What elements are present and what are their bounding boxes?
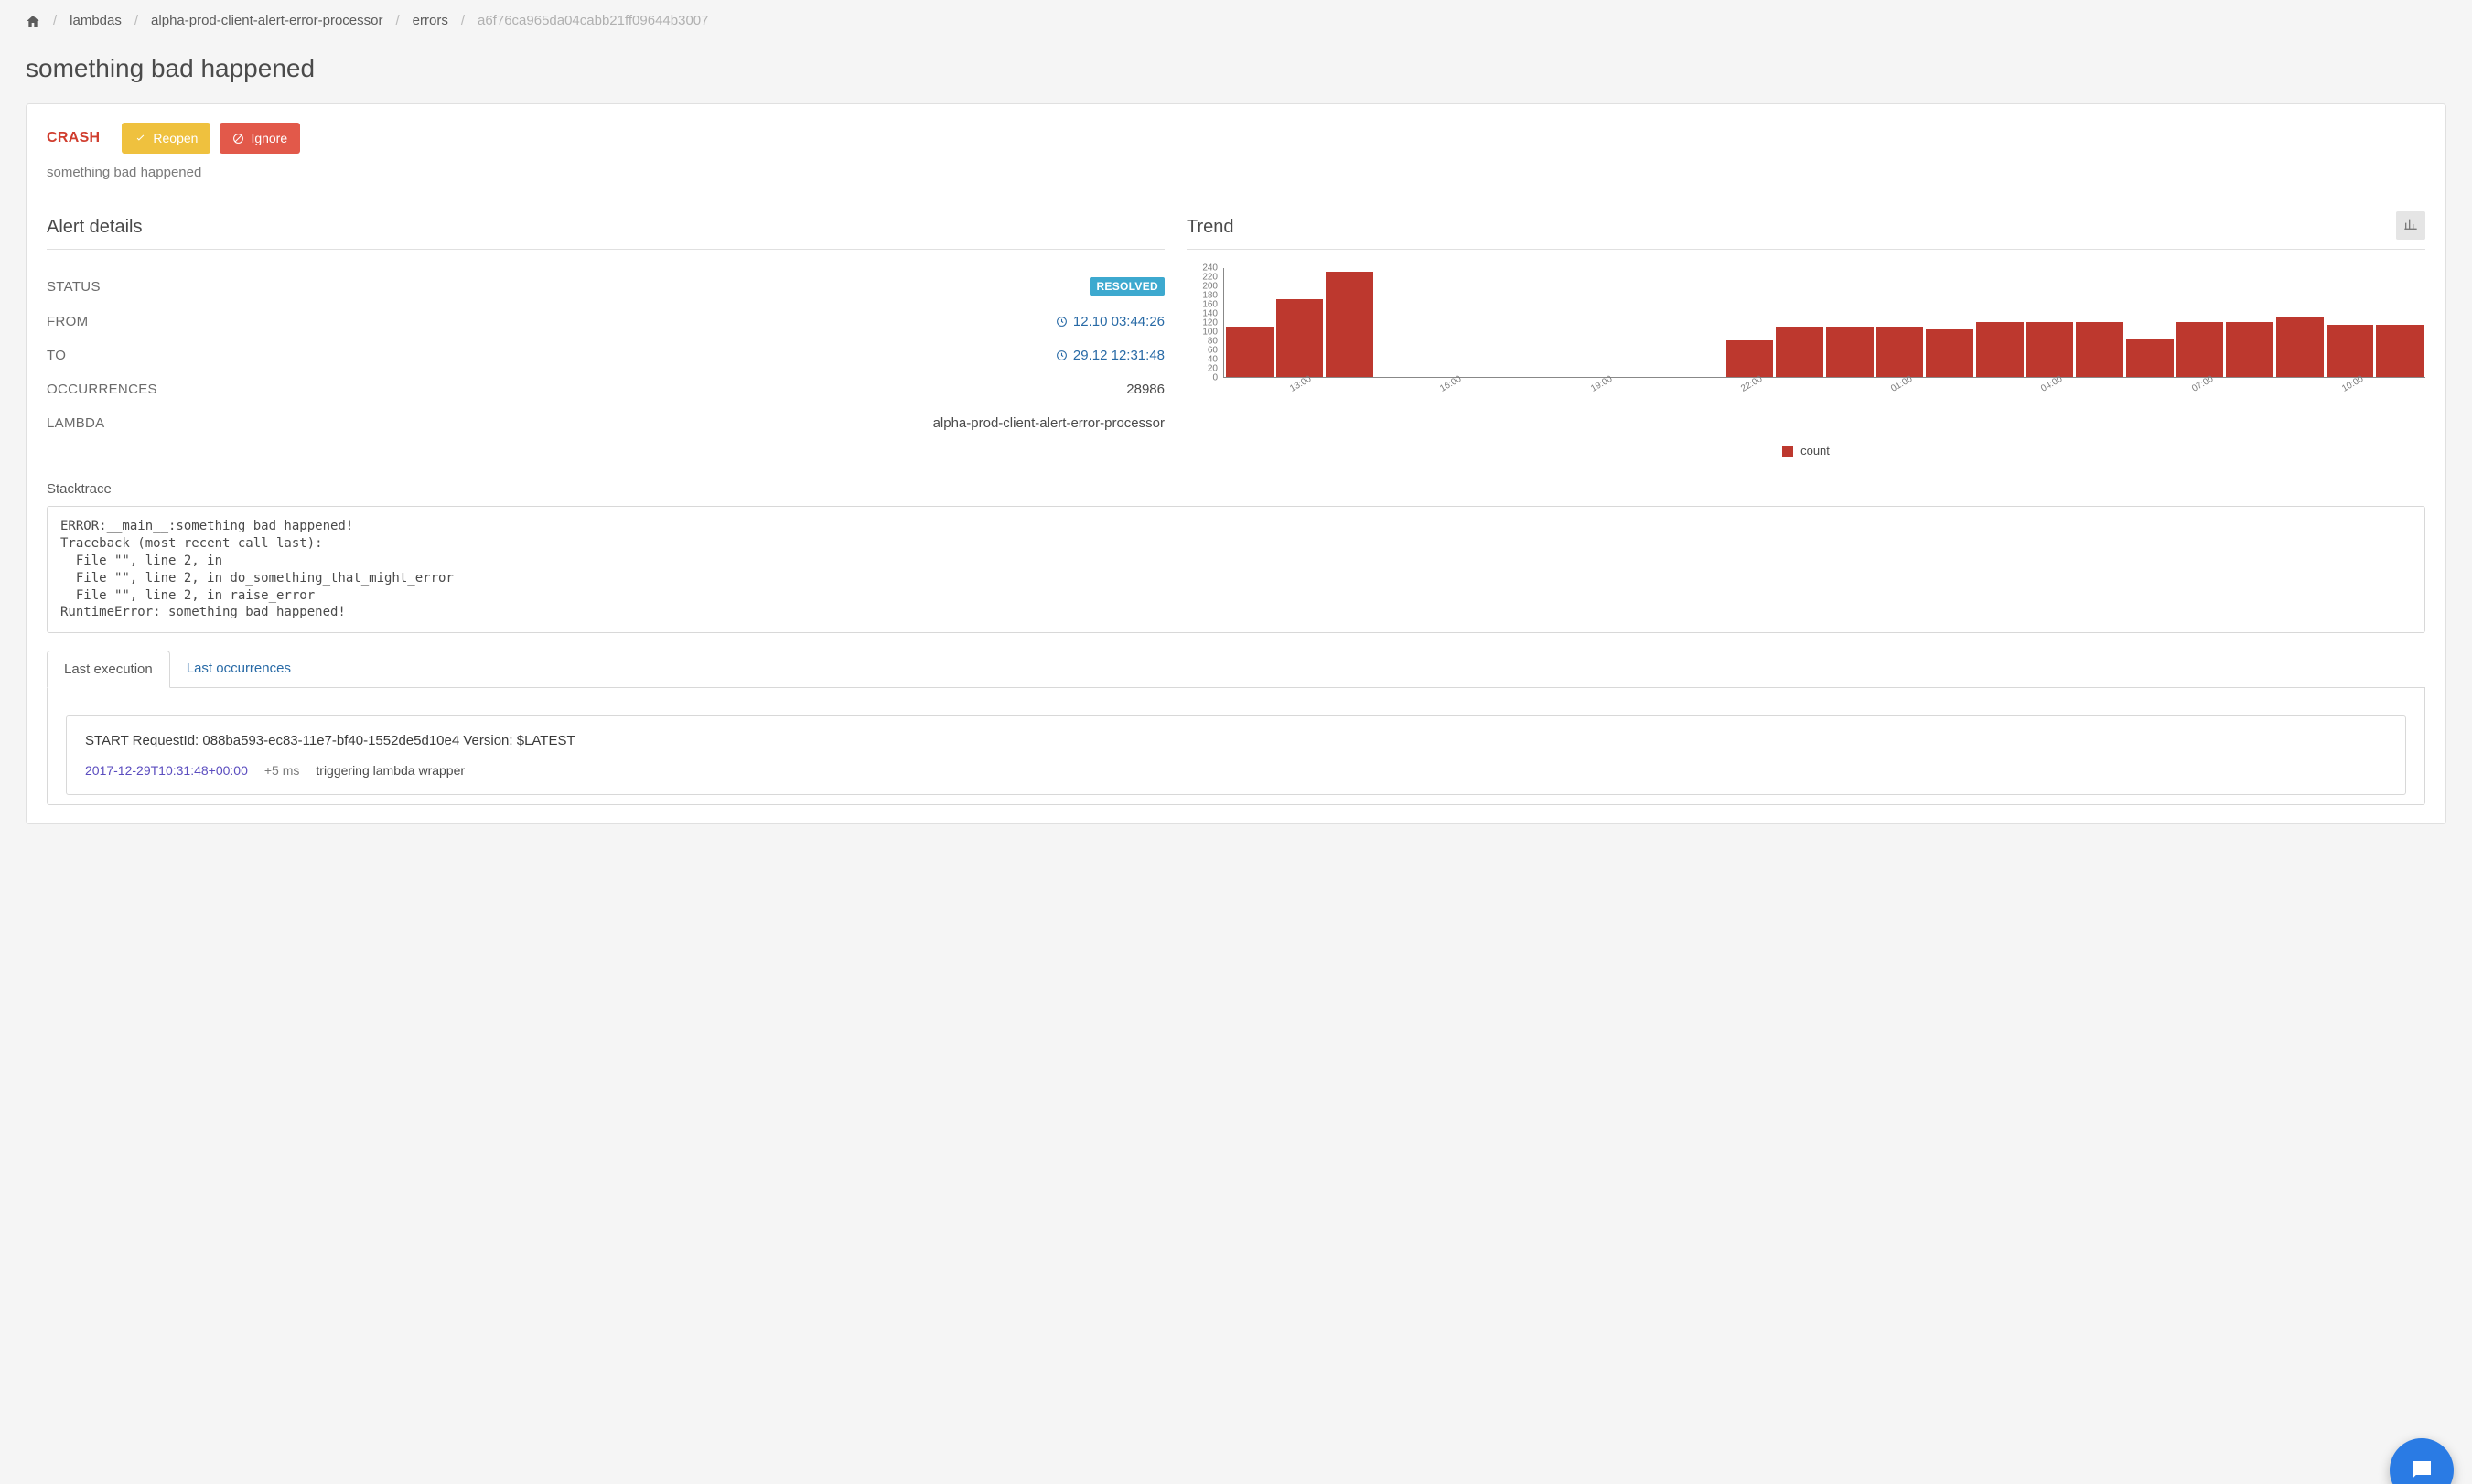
- occurrences-label: OCCURRENCES: [47, 382, 157, 397]
- from-label: FROM: [47, 314, 88, 329]
- chart-bar[interactable]: [1226, 327, 1274, 377]
- chart-legend: count: [1187, 444, 2425, 457]
- breadcrumb: / lambdas / alpha-prod-client-alert-erro…: [26, 13, 2446, 28]
- check-icon: [134, 133, 146, 145]
- tab-last-execution[interactable]: Last execution: [47, 651, 170, 688]
- trend-chart: 020406080100120140160180200220240 13:001…: [1187, 268, 2425, 414]
- chart-bar[interactable]: [2226, 322, 2273, 377]
- chart-bar[interactable]: [2026, 322, 2074, 377]
- reopen-button-label: Reopen: [153, 131, 198, 145]
- breadcrumb-errors[interactable]: errors: [413, 13, 448, 28]
- chart-bar[interactable]: [1976, 322, 2024, 377]
- to-value[interactable]: 29.12 12:31:48: [1056, 348, 1165, 363]
- chart-bar[interactable]: [2276, 317, 2324, 377]
- chart-bar[interactable]: [1876, 327, 1924, 377]
- main-card: CRASH Reopen Ignore something bad happen…: [26, 103, 2446, 824]
- breadcrumb-lambdas[interactable]: lambdas: [70, 13, 122, 28]
- stacktrace-content: ERROR:__main__:something bad happened! T…: [47, 506, 2425, 633]
- stacktrace-heading: Stacktrace: [47, 481, 2425, 497]
- execution-timestamp[interactable]: 2017-12-29T10:31:48+00:00: [85, 763, 248, 778]
- tabs: Last execution Last occurrences: [47, 650, 2425, 688]
- chart-bar[interactable]: [1726, 340, 1774, 377]
- reopen-button[interactable]: Reopen: [122, 123, 210, 154]
- chart-bar[interactable]: [2327, 325, 2374, 378]
- occurrences-value: 28986: [1126, 382, 1165, 397]
- lambda-value: alpha-prod-client-alert-error-processor: [933, 415, 1165, 431]
- execution-message: triggering lambda wrapper: [316, 763, 465, 778]
- legend-label: count: [1800, 444, 1830, 457]
- breadcrumb-separator: /: [461, 13, 465, 28]
- ignore-button[interactable]: Ignore: [220, 123, 300, 154]
- chart-bar[interactable]: [2126, 339, 2174, 378]
- breadcrumb-separator: /: [395, 13, 399, 28]
- error-subtitle: something bad happened: [47, 165, 2425, 180]
- page-title: something bad happened: [26, 54, 2446, 83]
- bar-chart-icon: [2403, 217, 2418, 231]
- breadcrumb-separator: /: [134, 13, 138, 28]
- chart-bar[interactable]: [1926, 329, 1973, 378]
- chart-toggle-button[interactable]: [2396, 211, 2425, 240]
- chart-bar[interactable]: [1276, 299, 1324, 377]
- breadcrumb-separator: /: [53, 13, 57, 28]
- legend-swatch: [1782, 446, 1793, 457]
- chat-icon: [2408, 1457, 2435, 1484]
- ignore-button-label: Ignore: [251, 131, 287, 145]
- to-label: TO: [47, 348, 66, 363]
- status-badge: RESOLVED: [1090, 277, 1165, 296]
- crash-label: CRASH: [47, 130, 100, 146]
- chart-bar[interactable]: [1826, 327, 1874, 377]
- chart-bar[interactable]: [1776, 327, 1823, 377]
- chart-bar[interactable]: [2076, 322, 2123, 377]
- breadcrumb-current: a6f76ca965da04cabb21ff09644b3007: [478, 13, 708, 28]
- tab-body: START RequestId: 088ba593-ec83-11e7-bf40…: [47, 688, 2425, 805]
- execution-offset: +5 ms: [264, 763, 300, 778]
- tab-last-occurrences[interactable]: Last occurrences: [170, 651, 307, 688]
- home-icon[interactable]: [26, 14, 40, 28]
- chart-bar[interactable]: [2376, 325, 2424, 378]
- from-value[interactable]: 12.10 03:44:26: [1056, 314, 1165, 329]
- execution-log: START RequestId: 088ba593-ec83-11e7-bf40…: [66, 715, 2406, 795]
- clock-icon: [1056, 349, 1068, 361]
- chart-bar[interactable]: [1326, 272, 1373, 377]
- alert-details-heading: Alert details: [47, 217, 1165, 250]
- trend-heading: Trend: [1187, 217, 2425, 250]
- lambda-label: LAMBDA: [47, 415, 105, 431]
- clock-icon: [1056, 316, 1068, 328]
- execution-start-line: START RequestId: 088ba593-ec83-11e7-bf40…: [85, 733, 2387, 748]
- breadcrumb-processor[interactable]: alpha-prod-client-alert-error-processor: [151, 13, 382, 28]
- ban-icon: [232, 133, 244, 145]
- chart-bar[interactable]: [2176, 322, 2224, 377]
- status-label: STATUS: [47, 279, 101, 295]
- chat-fab[interactable]: [2390, 1438, 2454, 1484]
